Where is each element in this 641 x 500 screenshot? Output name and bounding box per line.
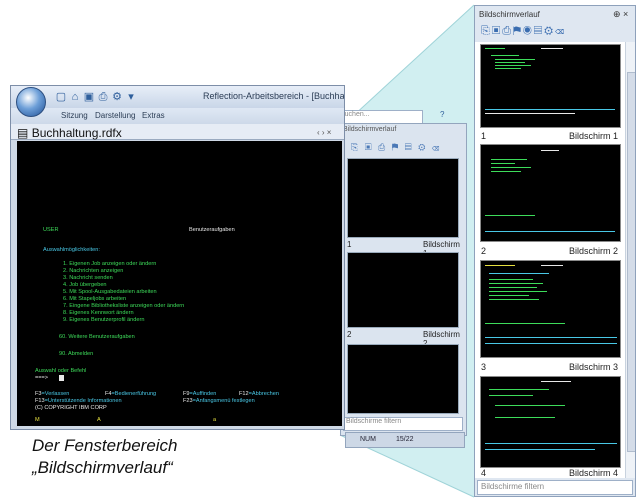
scrollbar-thumb[interactable] [627,72,635,452]
terminal-option[interactable]: 4. Job übergeben [63,282,107,288]
terminal-option[interactable]: 1. Eigenen Job anzeigen oder ändern [63,261,156,267]
print-icon[interactable]: ⎙ [97,91,109,103]
status-indicator: M [35,417,40,423]
fkey-label: =Verlassen [41,391,70,397]
screen-thumbnail[interactable] [347,252,459,328]
terminal-prompt: Auswahl oder Befehl [35,368,87,374]
history-toolbar[interactable]: ⎘▣⎙⚑◉▤⚙⌫ [481,25,566,38]
caption-line-2: „Bildschirmverlauf“ [32,458,173,477]
new-icon[interactable]: ▢ [55,91,67,103]
fkey-f13[interactable]: F13=Unterstützende Informationen [35,398,122,404]
thumbnail-label: Bildschirm 1 [569,131,619,141]
thumbnail-number: 3 [481,362,487,372]
screen-thumbnail[interactable] [480,144,621,242]
pane-controls[interactable]: ⊕ × [613,9,628,20]
thumbnail-list: 1 Bildschirm 1 2 Bildschirm 2 3 Bildschi… [475,42,625,478]
window-title: Reflection-Arbeitsbereich - [Buchhaltung… [203,91,345,101]
filter-input[interactable]: Bildschirme filtern [477,480,633,495]
open-icon[interactable]: ⌂ [69,91,81,103]
filter-icon[interactable]: ⚑ [513,25,523,37]
save-icon[interactable]: ▣ [492,25,502,37]
terminal-option[interactable]: 2. Nachrichten anzeigen [63,268,123,274]
terminal-option[interactable]: 8. Eigenes Kennwort ändern [63,310,134,316]
document-icon: ▤ [17,126,29,140]
cursor-position: 15/22 [396,436,414,443]
fkey-f9[interactable]: F9=Auffinden [183,391,216,397]
app-window: ▢ ⌂ ▣ ⎙ ⚙ ▾ Reflection-Arbeitsbereich - … [10,85,345,430]
fkey-key: F12 [239,391,249,397]
app-menu-button[interactable] [16,87,46,117]
terminal-option[interactable]: 90. Abmelden [59,351,93,357]
terminal-screen[interactable]: USER Benutzeraufgaben Auswahlmöglichkeit… [17,141,342,426]
thumbnail-number: 2 [481,246,487,256]
terminal-copyright: (C) COPYRIGHT IBM CORP [35,405,107,411]
menu-darstellung[interactable]: Darstellung [95,111,135,120]
thumbnail-number: 1 [481,131,487,141]
terminal-option[interactable]: 60. Weitere Benutzeraufgaben [59,334,135,340]
thumbnail-number: 2 [347,330,352,339]
fkey-label: =Bedienerführung [111,391,157,397]
thumbnail-label: Bildschirm 3 [569,362,619,372]
terminal-option[interactable]: 6. Mit Stapeljobs arbeiten [63,296,126,302]
screen-thumbnail[interactable] [480,260,621,358]
caption-line-1: Der Fensterbereich [32,436,178,455]
settings-icon[interactable]: ⚙ [544,25,555,37]
screen-thumbnail[interactable] [480,44,621,128]
filter-input[interactable]: Bildschirme filtern [343,417,463,431]
fkey-label: =Auffinden [189,391,217,397]
terminal-option[interactable]: 5. Mit Spool-Ausgabedateien arbeiten [63,289,157,295]
fkey-f4[interactable]: F4=Bedienerführung [105,391,156,397]
terminal-cursor[interactable] [59,375,64,381]
pane-title: Bildschirmverlauf [479,10,540,19]
erase-icon[interactable]: ⌫ [555,25,566,37]
thumbnail-number: 4 [481,468,487,478]
list-icon[interactable]: ▤ [534,25,544,37]
terminal-user: USER [43,227,59,233]
fkey-label: =Abbrechen [248,391,279,397]
terminal-choices-heading: Auswahlmöglichkeiten: [43,247,100,253]
history-pane-preview: Bildschirmverlauf ⎘ ▣ ⎙ ⚑ ▤ ⚙ ⌫ 1 Bildsc… [340,123,467,436]
fkey-label: =Unterstützende Informationen [44,398,122,404]
camera-icon[interactable]: ◉ [523,25,534,37]
fkey-key: F23 [183,398,193,404]
copy-icon[interactable]: ⎙ [502,25,513,37]
chevron-down-icon[interactable]: ▾ [125,91,137,103]
thumbnail-number: 1 [347,240,352,249]
search-input[interactable]: Suchen... [337,110,423,124]
fkey-f12[interactable]: F12=Abbrechen [239,391,279,397]
history-toolbar[interactable]: ⎘ ▣ ⎙ ⚑ ▤ ⚙ ⌫ [351,142,441,153]
status-indicator: a [213,417,217,423]
tab-label: Buchhaltung.rdfx [31,126,122,140]
screen-history-pane: Bildschirmverlauf ⊕ × ⎘▣⎙⚑◉▤⚙⌫ 1 Bildsch… [474,5,636,497]
num-lock-indicator: NUM [360,436,376,443]
fkey-f3[interactable]: F3=Verlassen [35,391,69,397]
screen-thumbnail[interactable] [347,344,459,414]
terminal-option[interactable]: 3. Nachricht senden [63,275,113,281]
fkey-f23[interactable]: F23=Anfangsmenü festlegen [183,398,255,404]
status-indicator: A [97,417,101,423]
terminal-option[interactable]: 9. Eigenes Benutzerprofil ändern [63,317,144,323]
menu-sitzung[interactable]: Sitzung [61,111,88,120]
settings-icon[interactable]: ⚙ [111,91,123,103]
help-icon[interactable]: ? [440,110,444,119]
scrollbar[interactable] [625,42,635,478]
tab-controls[interactable]: ‹ › × [317,128,331,137]
compare-icon[interactable]: ⎘ [481,25,492,37]
thumbnail-label: Bildschirm 4 [569,468,619,478]
screen-thumbnail[interactable] [347,158,459,238]
terminal-option[interactable]: 7. Eingene Bibliotheksliste anzeigen ode… [63,303,184,309]
save-icon[interactable]: ▣ [83,91,95,103]
fkey-key: F13 [35,398,45,404]
menu-extras[interactable]: Extras [142,111,165,120]
thumbnail-label: Bildschirm 2 [569,246,619,256]
tab-buchhaltung[interactable]: ▤ Buchhaltung.rdfx [17,126,122,140]
terminal-prompt-marker: ===> [35,375,49,381]
screen-thumbnail[interactable] [480,376,621,468]
terminal-title: Benutzeraufgaben [189,227,235,233]
pane-header: Bildschirmverlauf [343,126,397,133]
fkey-label: =Anfangsmenü festlegen [192,398,255,404]
